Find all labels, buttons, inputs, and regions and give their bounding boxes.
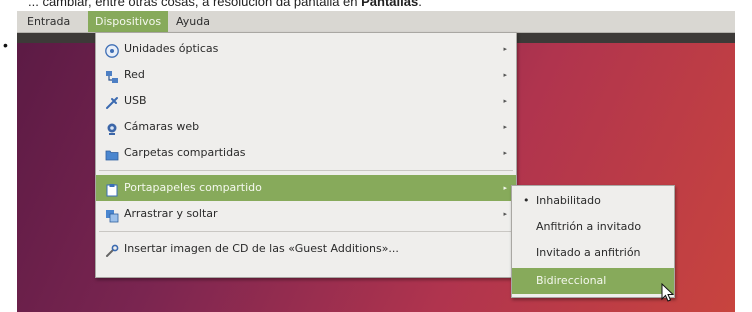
caption-suffix: . (418, 0, 422, 9)
optical-drive-icon (105, 42, 119, 58)
list-bullet: • (3, 37, 8, 53)
caption-prefix: ... cambiar, entre otras cosas, a resolu… (28, 0, 362, 9)
devices-menu: Unidades ópticas ▸ Red ▸ USB ▸ Cámaras w… (95, 32, 517, 278)
mouse-pointer-icon (661, 283, 675, 302)
menu-item-label: USB (124, 94, 147, 107)
submenu-arrow-icon: ▸ (503, 184, 507, 192)
submenu-arrow-icon: ▸ (503, 149, 507, 157)
clipboard-option-bidirectional[interactable]: Bidireccional (512, 268, 674, 294)
menu-item-network[interactable]: Red ▸ (96, 62, 516, 88)
usb-icon (105, 94, 119, 109)
menu-item-optical-drives[interactable]: Unidades ópticas ▸ (96, 36, 516, 62)
menu-item-label: Carpetas compartidas (124, 146, 246, 159)
menu-item-insert-guest-additions[interactable]: Insertar imagen de CD de las «Guest Addi… (96, 236, 516, 262)
menu-item-label: Red (124, 68, 145, 81)
menubar: Entrada Dispositivos Ayuda (17, 11, 735, 33)
menu-item-label: Portapapeles compartido (124, 181, 262, 194)
submenu-arrow-icon: ▸ (503, 71, 507, 79)
submenu-arrow-icon: ▸ (503, 123, 507, 131)
webcam-icon (105, 120, 119, 135)
menu-item-label: Unidades ópticas (124, 42, 219, 55)
menu-item-webcams[interactable]: Cámaras web ▸ (96, 114, 516, 140)
caption-bold: Pantallas (361, 0, 419, 9)
wrench-icon (105, 242, 119, 257)
menu-separator (99, 170, 513, 171)
menu-item-label: Cámaras web (124, 120, 200, 133)
submenu-arrow-icon: ▸ (503, 210, 507, 218)
network-icon (105, 68, 119, 83)
clipboard-submenu: • Inhabilitado Anfitrión a invitado Invi… (511, 185, 675, 298)
menu-separator (99, 231, 513, 232)
clipboard-option-label: Bidireccional (536, 274, 607, 287)
menu-item-shared-folders[interactable]: Carpetas compartidas ▸ (96, 140, 516, 166)
menu-item-label: Insertar imagen de CD de las «Guest Addi… (124, 242, 399, 255)
folder-icon (105, 146, 119, 161)
menu-dispositivos[interactable]: Dispositivos (88, 11, 169, 32)
submenu-arrow-icon: ▸ (503, 45, 507, 53)
menu-item-label: Arrastrar y soltar (124, 207, 218, 220)
clipboard-icon (105, 181, 119, 197)
vm-screenshot: Entrada Dispositivos Ayuda Unidades ópti… (17, 11, 735, 312)
selected-bullet-icon: • (523, 194, 530, 207)
clipboard-option-label: Anfitrión a invitado (536, 220, 642, 233)
clipboard-option-disabled[interactable]: • Inhabilitado (512, 188, 674, 214)
drag-drop-icon (105, 207, 119, 223)
menu-entrada[interactable]: Entrada (20, 11, 77, 32)
clipboard-option-host-to-guest[interactable]: Anfitrión a invitado (512, 214, 674, 240)
submenu-arrow-icon: ▸ (503, 97, 507, 105)
clipboard-option-label: Invitado a anfitrión (536, 246, 641, 259)
menu-item-usb[interactable]: USB ▸ (96, 88, 516, 114)
clipboard-option-label: Inhabilitado (536, 194, 601, 207)
menu-ayuda[interactable]: Ayuda (169, 11, 217, 32)
clipboard-option-guest-to-host[interactable]: Invitado a anfitrión (512, 240, 674, 266)
menu-item-shared-clipboard[interactable]: Portapapeles compartido ▸ (96, 175, 516, 201)
menu-item-drag-drop[interactable]: Arrastrar y soltar ▸ (96, 201, 516, 227)
caption-text: ... cambiar, entre otras cosas, a resolu… (28, 0, 422, 9)
